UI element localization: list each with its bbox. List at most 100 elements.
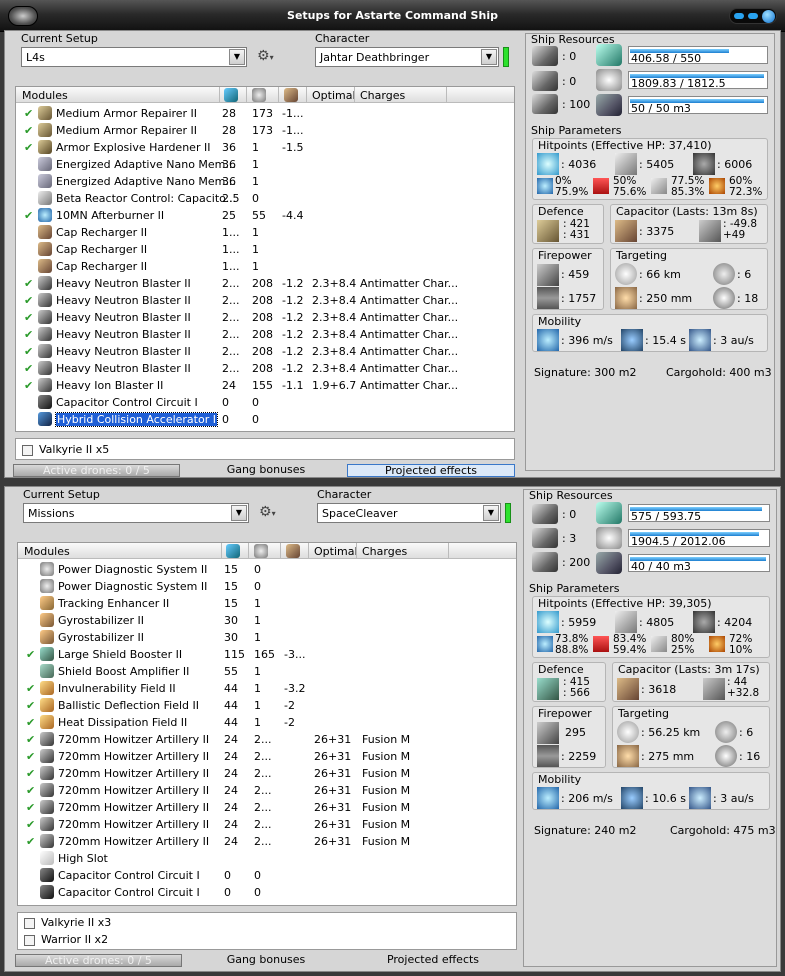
optimal-column-header[interactable]: Optimal bbox=[314, 545, 358, 558]
active-check-icon[interactable]: ✔ bbox=[24, 362, 33, 375]
active-drones-tab[interactable]: Active drones: 0 / 5 bbox=[15, 954, 182, 967]
active-check-icon[interactable]: ✔ bbox=[26, 767, 35, 780]
capacitor-column-icon[interactable] bbox=[286, 544, 300, 558]
module-row[interactable]: ✔ Medium Armor Repairer II 28 173 -1... bbox=[16, 122, 514, 139]
module-row[interactable]: ✔ Ballistic Deflection Field II 44 1 -2 bbox=[18, 697, 516, 714]
active-check-icon[interactable]: ✔ bbox=[24, 209, 33, 222]
active-check-icon[interactable]: ✔ bbox=[26, 716, 35, 729]
chevron-down-icon[interactable]: ▼ bbox=[231, 505, 247, 521]
active-check-icon[interactable]: ✔ bbox=[26, 801, 35, 814]
module-row[interactable]: ✔ Heavy Ion Blaster II 24 155 -1.1 1.9+6.7 Ant… bbox=[16, 377, 514, 394]
modules-column-header[interactable]: Modules bbox=[24, 545, 70, 558]
module-row[interactable]: Tracking Enhancer II 15 1 bbox=[18, 595, 516, 612]
module-row[interactable]: ✔ Heavy Neutron Blaster II 2... 208 -1.2 2.3+… bbox=[16, 326, 514, 343]
module-row[interactable]: Power Diagnostic System II 15 0 bbox=[18, 578, 516, 595]
active-check-icon[interactable]: ✔ bbox=[26, 699, 35, 712]
optimal-column-header[interactable]: Optimal bbox=[312, 89, 356, 102]
chevron-down-icon[interactable]: ▼ bbox=[229, 49, 245, 65]
module-row[interactable]: Cap Recharger II 1... 1 bbox=[16, 224, 514, 241]
drone-checkbox[interactable] bbox=[24, 934, 35, 946]
close-button[interactable] bbox=[762, 10, 775, 23]
active-check-icon[interactable]: ✔ bbox=[24, 277, 33, 290]
module-row[interactable]: Capacitor Control Circuit I 0 0 bbox=[18, 867, 516, 884]
drone-checkbox[interactable] bbox=[24, 917, 35, 929]
active-check-icon[interactable]: ✔ bbox=[26, 648, 35, 661]
setup-select[interactable]: Missions ▼ bbox=[23, 503, 249, 523]
module-row[interactable]: Capacitor Control Circuit I 0 0 bbox=[16, 394, 514, 411]
module-row[interactable]: ✔ Medium Armor Repairer II 28 173 -1... bbox=[16, 105, 514, 122]
module-row[interactable]: ✔ 720mm Howitzer Artillery II 24 2... 26+31 F… bbox=[18, 799, 516, 816]
setup-tools-button[interactable]: ⚙▾ bbox=[257, 48, 287, 66]
gang-bonuses-tab[interactable]: Gang bonuses bbox=[211, 954, 321, 967]
active-check-icon[interactable]: ✔ bbox=[26, 835, 35, 848]
chevron-down-icon[interactable]: ▼ bbox=[483, 505, 499, 521]
module-row[interactable]: High Slot bbox=[18, 850, 516, 867]
active-check-icon[interactable]: ✔ bbox=[24, 294, 33, 307]
module-row[interactable]: ✔ 720mm Howitzer Artillery II 24 2... 26+31 F… bbox=[18, 816, 516, 833]
projected-effects-tab[interactable]: Projected effects bbox=[347, 464, 515, 477]
active-check-icon[interactable]: ✔ bbox=[24, 311, 33, 324]
module-row[interactable]: ✔ Heavy Neutron Blaster II 2... 208 -1.2 2.3+… bbox=[16, 360, 514, 377]
module-row[interactable]: ✔ Heat Dissipation Field II 44 1 -2 bbox=[18, 714, 516, 731]
active-check-icon[interactable]: ✔ bbox=[24, 379, 33, 392]
gang-bonuses-tab[interactable]: Gang bonuses bbox=[211, 464, 321, 477]
charges-column-header[interactable]: Charges bbox=[362, 545, 407, 558]
drones-list[interactable]: Valkyrie II x3 Warrior II x2 bbox=[17, 912, 517, 950]
module-row[interactable]: ✔ Heavy Neutron Blaster II 2... 208 -1.2 2.3+… bbox=[16, 309, 514, 326]
module-row[interactable]: Cap Recharger II 1... 1 bbox=[16, 258, 514, 275]
active-check-icon[interactable]: ✔ bbox=[24, 345, 33, 358]
module-row[interactable]: ✔ 720mm Howitzer Artillery II 24 2... 26+31 F… bbox=[18, 748, 516, 765]
module-row[interactable]: ✔ 720mm Howitzer Artillery II 24 2... 26+31 F… bbox=[18, 765, 516, 782]
drones-list[interactable]: Valkyrie II x5 bbox=[15, 438, 515, 460]
active-check-icon[interactable]: ✔ bbox=[24, 107, 33, 120]
module-row[interactable]: Gyrostabilizer II 30 1 bbox=[18, 612, 516, 629]
capacitor-column-icon[interactable] bbox=[284, 88, 298, 102]
module-row[interactable]: Beta Reactor Control: Capacito... 2.5 0 bbox=[16, 190, 514, 207]
character-select[interactable]: Jahtar Deathbringer ▼ bbox=[315, 47, 499, 67]
module-row[interactable]: Hybrid Collision Accelerator I 0 0 bbox=[16, 411, 514, 428]
module-row[interactable]: Gyrostabilizer II 30 1 bbox=[18, 629, 516, 646]
module-row[interactable]: Energized Adaptive Nano Mem... 36 1 bbox=[16, 173, 514, 190]
module-row[interactable]: Cap Recharger II 1... 1 bbox=[16, 241, 514, 258]
charges-column-header[interactable]: Charges bbox=[360, 89, 405, 102]
module-row[interactable]: Shield Boost Amplifier II 55 1 bbox=[18, 663, 516, 680]
active-check-icon[interactable]: ✔ bbox=[24, 141, 33, 154]
module-row[interactable]: ✔ 720mm Howitzer Artillery II 24 2... 26+31 F… bbox=[18, 731, 516, 748]
active-check-icon[interactable]: ✔ bbox=[26, 682, 35, 695]
module-row[interactable]: Energized Adaptive Nano Mem... 36 1 bbox=[16, 156, 514, 173]
module-row[interactable]: ✔ Heavy Neutron Blaster II 2... 208 -1.2 2.3+… bbox=[16, 343, 514, 360]
module-row[interactable]: Capacitor Control Circuit I 0 0 bbox=[18, 884, 516, 901]
active-check-icon[interactable]: ✔ bbox=[26, 818, 35, 831]
active-check-icon[interactable]: ✔ bbox=[26, 733, 35, 746]
active-check-icon[interactable]: ✔ bbox=[26, 784, 35, 797]
active-drones-tab[interactable]: Active drones: 0 / 5 bbox=[13, 464, 180, 477]
powergrid-column-icon[interactable] bbox=[252, 88, 266, 102]
module-row[interactable]: ✔ 720mm Howitzer Artillery II 24 2... 26+31 F… bbox=[18, 833, 516, 850]
modules-list[interactable]: Modules Optimal Charges ✔ Medium Armor Re… bbox=[15, 86, 515, 432]
active-check-icon[interactable]: ✔ bbox=[26, 750, 35, 763]
module-row[interactable]: ✔ Heavy Neutron Blaster II 2... 208 -1.2 2.3+… bbox=[16, 275, 514, 292]
maximize-button[interactable] bbox=[748, 13, 758, 19]
module-row[interactable]: Power Diagnostic System II 15 0 bbox=[18, 561, 516, 578]
active-check-icon[interactable]: ✔ bbox=[24, 124, 33, 137]
modules-list[interactable]: Modules Optimal Charges Power Diagnostic… bbox=[17, 542, 517, 906]
module-row[interactable]: ✔ Large Shield Booster II 115 165 -3... bbox=[18, 646, 516, 663]
setup-tools-button[interactable]: ⚙▾ bbox=[259, 504, 289, 522]
setup-select[interactable]: L4s ▼ bbox=[21, 47, 247, 67]
module-row[interactable]: ✔ Armor Explosive Hardener II 36 1 -1.5 bbox=[16, 139, 514, 156]
module-row[interactable]: ✔ 720mm Howitzer Artillery II 24 2... 26+31 F… bbox=[18, 782, 516, 799]
drone-checkbox[interactable] bbox=[22, 444, 33, 456]
module-row[interactable]: ✔ 10MN Afterburner II 25 55 -4.4 bbox=[16, 207, 514, 224]
projected-effects-tab[interactable]: Projected effects bbox=[365, 954, 501, 967]
character-select[interactable]: SpaceCleaver ▼ bbox=[317, 503, 501, 523]
drone-item[interactable]: Warrior II x2 bbox=[24, 933, 108, 946]
active-check-icon[interactable]: ✔ bbox=[24, 328, 33, 341]
powergrid-column-icon[interactable] bbox=[254, 544, 268, 558]
minimize-button[interactable] bbox=[734, 13, 744, 19]
chevron-down-icon[interactable]: ▼ bbox=[481, 49, 497, 65]
cpu-column-icon[interactable] bbox=[226, 544, 240, 558]
module-row[interactable]: ✔ Invulnerability Field II 44 1 -3.2 bbox=[18, 680, 516, 697]
module-row[interactable]: ✔ Heavy Neutron Blaster II 2... 208 -1.2 2.3+… bbox=[16, 292, 514, 309]
cpu-column-icon[interactable] bbox=[224, 88, 238, 102]
drone-item[interactable]: Valkyrie II x5 bbox=[22, 443, 109, 456]
